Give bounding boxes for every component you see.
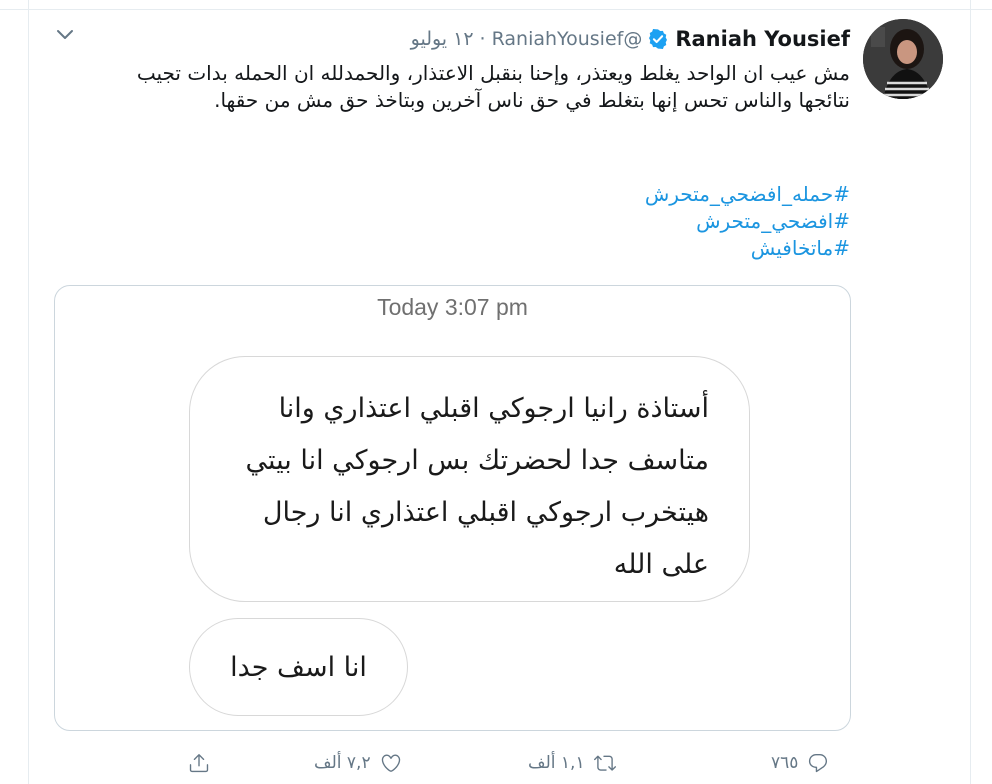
hashtag-link[interactable]: #حمله_افضحي_متحرش: [645, 181, 850, 208]
reply-button[interactable]: ٧٦٥: [771, 745, 829, 781]
hashtag-link[interactable]: #ماتخافيش: [645, 235, 850, 262]
tweet-header: Raniah Yousief @RaniahYousief · ١٢ يوليو: [411, 26, 850, 52]
display-name[interactable]: Raniah Yousief: [675, 27, 850, 51]
reply-count: ٧٦٥: [771, 753, 799, 773]
chat-timestamp: Today 3:07 pm: [377, 294, 528, 320]
tweet-text: مش عيب ان الواحد يغلط ويعتذر، وإحنا بنقب…: [136, 61, 850, 112]
chevron-down-icon[interactable]: [55, 28, 75, 42]
avatar[interactable]: [863, 19, 943, 99]
retweet-button[interactable]: ١,١ ألف: [528, 745, 616, 781]
attached-screenshot[interactable]: Today 3:07 pm أستاذة رانيا ارجوكي اقبلي …: [54, 285, 851, 731]
hashtag-link[interactable]: #افضحي_متحرش: [645, 208, 850, 235]
header-separator: ·: [479, 28, 486, 50]
retweet-count: ١,١ ألف: [528, 753, 585, 773]
message-bubble: أستاذة رانيا ارجوكي اقبلي اعتذاري وانا م…: [189, 356, 750, 602]
reply-icon: [809, 754, 828, 773]
tweet-date[interactable]: ١٢ يوليو: [411, 28, 474, 50]
retweet-icon: [593, 755, 616, 771]
right-border: [970, 0, 971, 784]
heart-icon: [381, 754, 400, 772]
share-button[interactable]: [188, 745, 210, 781]
message-bubble: انا اسف جدا: [189, 618, 408, 716]
verified-badge-icon: [647, 28, 669, 50]
like-count: ٧,٢ ألف: [314, 753, 371, 773]
avatar-photo: [863, 19, 943, 99]
hashtag-list: #حمله_افضحي_متحرش #افضحي_متحرش #ماتخافيش: [645, 181, 850, 262]
share-icon: [189, 754, 209, 773]
tweet-actions: ٧٦٥ ١,١ ألف ٧,٢ ألف: [0, 745, 992, 781]
like-button[interactable]: ٧,٢ ألف: [314, 745, 402, 781]
handle[interactable]: @RaniahYousief: [492, 28, 643, 50]
left-border: [28, 0, 29, 784]
top-divider: [0, 9, 992, 10]
